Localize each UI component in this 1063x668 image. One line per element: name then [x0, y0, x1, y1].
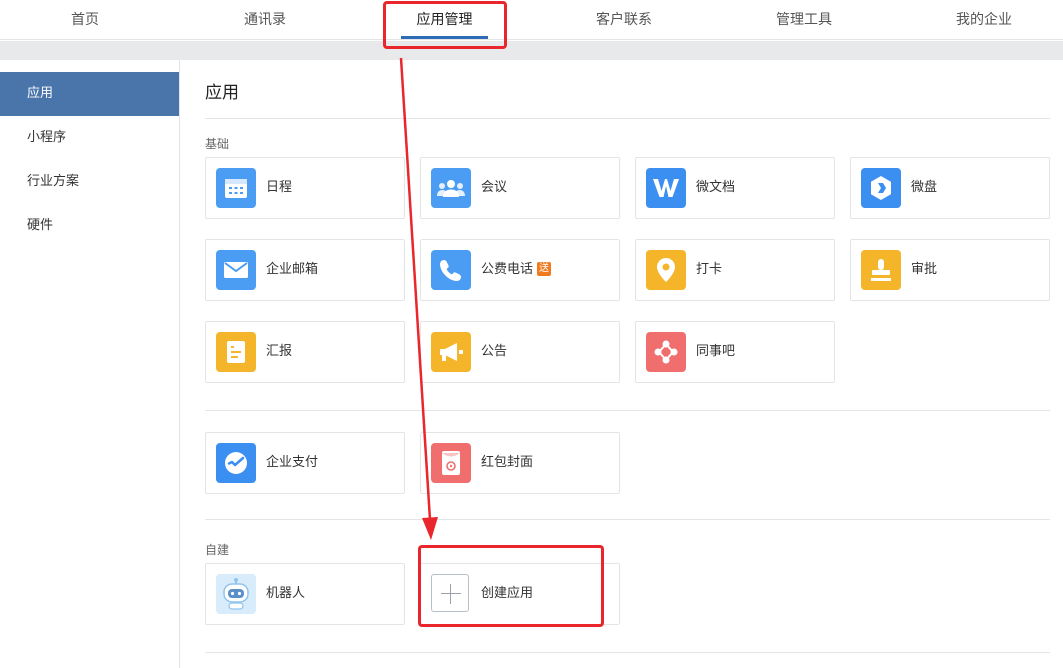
app-label-text: 公费电话	[481, 262, 534, 277]
tab-my-company[interactable]: 我的企业	[944, 0, 1024, 40]
report-document-icon	[216, 332, 256, 372]
app-card-mail[interactable]: 企业邮箱	[205, 239, 405, 301]
app-card-robot[interactable]: 机器人	[205, 563, 405, 625]
divider	[205, 519, 1050, 520]
tab-management-tools[interactable]: 管理工具	[764, 0, 844, 40]
app-label: 会议	[481, 180, 508, 195]
app-label: 同事吧	[696, 344, 736, 359]
gift-badge: 送	[537, 261, 552, 276]
app-label: 汇报	[266, 344, 293, 359]
app-label: 审批	[911, 262, 938, 277]
top-navigation: 首页 通讯录 应用管理 客户联系 管理工具 我的企业	[0, 0, 1063, 40]
app-label: 企业邮箱	[266, 262, 319, 277]
tab-contacts[interactable]: 通讯录	[225, 0, 305, 40]
divider	[205, 410, 1050, 411]
active-tab-indicator	[401, 36, 488, 39]
tab-app-management[interactable]: 应用管理	[401, 0, 488, 40]
sidebar-item-apps[interactable]: 应用	[0, 72, 179, 116]
cloud-drive-icon	[861, 168, 901, 208]
tab-customer-contact[interactable]: 客户联系	[584, 0, 664, 40]
app-label: 微文档	[696, 180, 736, 195]
meeting-people-icon	[431, 168, 471, 208]
plus-icon	[431, 574, 469, 612]
calendar-icon	[216, 168, 256, 208]
section-label-basic: 基础	[205, 137, 230, 151]
divider	[205, 652, 1050, 653]
sidebar-item-mini-programs[interactable]: 小程序	[0, 116, 179, 160]
app-label: 微盘	[911, 180, 938, 195]
red-envelope-icon	[431, 443, 471, 483]
header-band	[0, 41, 1063, 60]
app-card-red-envelope-cover[interactable]: 红包封面	[420, 432, 620, 494]
app-card-meeting[interactable]: 会议	[420, 157, 620, 219]
app-card-calendar[interactable]: 日程	[205, 157, 405, 219]
app-label: 企业支付	[266, 455, 319, 470]
app-card-checkin[interactable]: 打卡	[635, 239, 835, 301]
megaphone-icon	[431, 332, 471, 372]
app-card-approval[interactable]: 审批	[850, 239, 1050, 301]
app-card-phone[interactable]: 公费电话送	[420, 239, 620, 301]
share-nodes-icon	[646, 332, 686, 372]
robot-icon	[216, 574, 256, 614]
app-card-payment[interactable]: 企业支付	[205, 432, 405, 494]
sidebar: 应用 小程序 行业方案 硬件	[0, 60, 180, 668]
app-label: 公费电话送	[481, 240, 552, 300]
sidebar-item-hardware[interactable]: 硬件	[0, 204, 179, 248]
location-pin-icon	[646, 250, 686, 290]
app-card-colleague-forum[interactable]: 同事吧	[635, 321, 835, 383]
app-label: 创建应用	[481, 586, 534, 601]
w-document-icon	[646, 168, 686, 208]
app-card-announcement[interactable]: 公告	[420, 321, 620, 383]
app-card-docs[interactable]: 微文档	[635, 157, 835, 219]
app-card-drive[interactable]: 微盘	[850, 157, 1050, 219]
sidebar-item-industry-solutions[interactable]: 行业方案	[0, 160, 179, 204]
app-label: 公告	[481, 344, 508, 359]
app-label: 机器人	[266, 586, 306, 601]
create-app-card[interactable]: 创建应用	[420, 563, 620, 625]
tab-home[interactable]: 首页	[45, 0, 125, 40]
divider	[205, 118, 1050, 119]
stamp-icon	[861, 250, 901, 290]
section-label-custom: 自建	[205, 543, 230, 557]
page-title: 应用	[205, 83, 239, 103]
app-label: 红包封面	[481, 455, 534, 470]
mail-icon	[216, 250, 256, 290]
app-card-report[interactable]: 汇报	[205, 321, 405, 383]
payment-icon	[216, 443, 256, 483]
phone-icon	[431, 250, 471, 290]
app-label: 打卡	[696, 262, 723, 277]
app-label: 日程	[266, 180, 293, 195]
